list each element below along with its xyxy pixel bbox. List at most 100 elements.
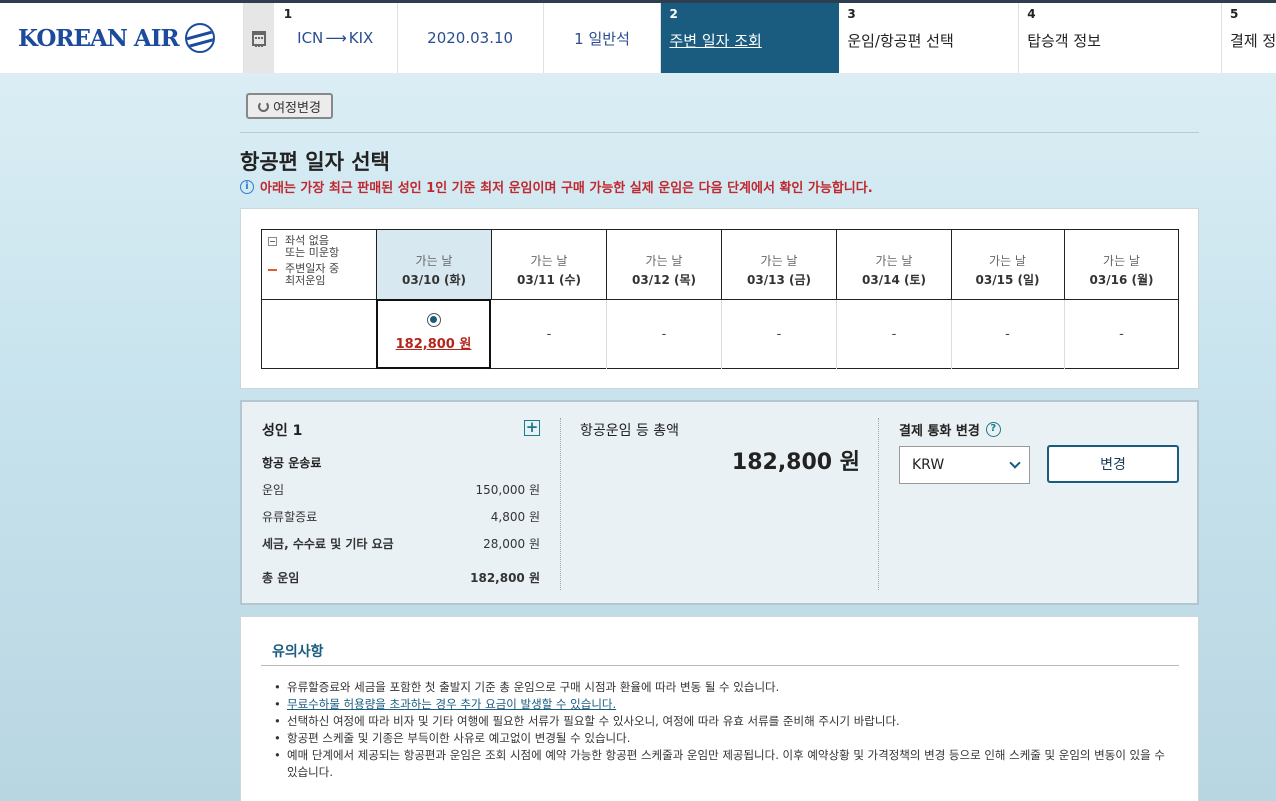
date-label: 가는 날 (875, 254, 913, 268)
currency-label: 결제 통화 변경 (899, 424, 980, 439)
date-label: 가는 날 (415, 254, 453, 268)
divider (878, 418, 879, 590)
cabin-text: 1 일반석 (574, 29, 630, 48)
fare-row-label (262, 300, 377, 369)
fare-breakdown: 성인 1 + 항공 운송료 운임 150,000 원 유류할증료 4,800 원… (262, 420, 540, 586)
notes-title: 유의사항 (272, 644, 324, 660)
notes-card: 유의사항 유류할증료와 세금을 포함한 첫 출발지 기준 총 운임으로 구매 시… (240, 616, 1199, 801)
route-to: KIX (348, 29, 374, 47)
step-label: 탑승객 정보 (1027, 32, 1101, 50)
date-value: 03/10 (화) (402, 273, 466, 287)
fare-price[interactable]: 182,800 원 (378, 333, 489, 352)
date-header-0314[interactable]: 가는 날 03/14 (토) (837, 230, 952, 299)
fare-cell-0312: - (607, 300, 722, 369)
change-itinerary-button[interactable]: 여정변경 (246, 93, 333, 119)
fare-cell-0314: - (837, 300, 952, 369)
notes-list: 유류할증료와 세금을 포함한 첫 출발지 기준 총 운임으로 구매 시점과 환율… (272, 679, 1172, 781)
route-arrow-icon: ⟶ (325, 29, 347, 47)
pax-count: 성인 1 (262, 423, 303, 439)
date-label: 가는 날 (989, 254, 1026, 268)
step-label: 주변 일자 조회 (669, 32, 762, 50)
grand-total: 항공운임 등 총액 182,800 원 (580, 420, 860, 475)
calendar-icon (251, 30, 266, 47)
brand-name: KOREAN AIR (18, 24, 180, 52)
step-number: 2 (669, 7, 678, 21)
date-grid: 좌석 없음 또는 미운항 주변일자 중 최저운임 가는 날 03/10 (화) 가는… (261, 229, 1179, 369)
date-selection-card: 좌석 없음 또는 미운항 주변일자 중 최저운임 가는 날 03/10 (화) 가는… (240, 208, 1199, 389)
date-label: 가는 날 (645, 254, 683, 268)
date-value: 03/15 (일) (975, 273, 1040, 287)
fare-cell-0313: - (722, 300, 837, 369)
step-number: 1 (283, 7, 293, 21)
date-value: 03/12 (목) (632, 273, 696, 287)
note-item: 예매 단계에서 제공되는 항공편과 운임은 조회 시점에 예약 가능한 항공편 … (272, 747, 1172, 781)
fuel-line: 유류할증료 4,800 원 (262, 508, 540, 525)
date-value: 03/13 (금) (747, 273, 811, 287)
no-seat-legend-icon (268, 237, 277, 246)
baggage-link[interactable]: 무료수하물 허용량을 초과하는 경우 추가 요금이 발생할 수 있습니다. (287, 697, 616, 711)
note-item: 선택하신 여정에 따라 비자 및 기타 여행에 필요한 서류가 필요할 수 있사… (272, 713, 1172, 730)
fare-notice: i 아래는 가장 최근 판매된 성인 1인 기준 최저 운임이며 구매 가능한 … (240, 177, 873, 196)
date-value: 03/14 (토) (862, 273, 926, 287)
step-label: 결제 정보 (1230, 32, 1276, 50)
step-number: 3 (847, 7, 856, 21)
grand-total-value: 182,800 원 (731, 450, 860, 475)
calendar-button[interactable] (243, 3, 274, 73)
route-summary[interactable]: 1 ICN ⟶ KIX (274, 3, 398, 73)
cabin-class[interactable]: 1 일반석 (544, 3, 662, 73)
total-label: 총 운임 (262, 571, 300, 585)
fare-radio[interactable] (426, 313, 441, 327)
fare-label: 운임 (262, 483, 285, 497)
divider (240, 132, 1199, 133)
chevron-down-icon (1009, 457, 1021, 469)
date-header-0315[interactable]: 가는 날 03/15 (일) (951, 230, 1065, 299)
grand-total-label: 항공운임 등 총액 (580, 423, 680, 439)
fare-cell-0315: - (951, 300, 1065, 369)
date-value: 03/16 (월) (1089, 273, 1154, 287)
expand-plus-icon[interactable]: + (524, 420, 540, 436)
taegeuk-logo-icon (184, 23, 215, 53)
step-number: 4 (1027, 7, 1036, 21)
fare-cell-0311: - (492, 300, 607, 369)
currency-value: KRW (912, 457, 945, 473)
step-5-payment[interactable]: 5 결제 정보 (1222, 3, 1276, 73)
fare-cell-0316: - (1119, 327, 1124, 342)
step-header: KOREAN AIR 1 ICN ⟶ KIX 2020.03.10 1 일반석 … (0, 0, 1276, 73)
date-header-0311[interactable]: 가는 날 03/11 (수) (492, 230, 607, 299)
fare-value: 150,000 원 (475, 483, 540, 497)
legend-lowest-2: 최저운임 (285, 274, 326, 287)
date-text: 2020.03.10 (427, 29, 514, 47)
step-number: 5 (1230, 7, 1239, 21)
fare-summary-card: 성인 1 + 항공 운송료 운임 150,000 원 유류할증료 4,800 원… (240, 400, 1199, 605)
tax-value: 28,000 원 (483, 537, 540, 551)
step-4-passenger[interactable]: 4 탑승객 정보 (1019, 3, 1223, 73)
date-header-0312[interactable]: 가는 날 03/12 (목) (607, 230, 722, 299)
legend-no-seat-2: 또는 미운항 (285, 246, 340, 259)
total-line: 총 운임 182,800 원 (262, 569, 540, 586)
date-header-0313[interactable]: 가는 날 03/13 (금) (722, 230, 837, 299)
departure-date[interactable]: 2020.03.10 (398, 3, 544, 73)
help-icon[interactable]: ? (985, 422, 1001, 437)
total-value: 182,800 원 (470, 571, 540, 585)
lowest-fare-legend-icon (268, 269, 277, 271)
korean-air-logo[interactable]: KOREAN AIR (0, 3, 244, 73)
date-header-0316[interactable]: 가는 날 03/16 (월) (1065, 230, 1178, 299)
divider (560, 418, 561, 590)
fuel-label: 유류할증료 (262, 510, 318, 524)
currency-heading: 결제 통화 변경 ? (899, 420, 1184, 439)
apply-currency-button[interactable]: 변경 (1047, 445, 1179, 483)
currency-change: 결제 통화 변경 ? KRW 변경 (899, 420, 1184, 484)
date-label: 가는 날 (530, 254, 568, 268)
step-3-fare-flight[interactable]: 3 운임/항공편 선택 (839, 3, 1020, 73)
date-header-0310[interactable]: 가는 날 03/10 (화) (377, 230, 492, 299)
step-label: 운임/항공편 선택 (847, 32, 954, 50)
change-itinerary-label: 여정변경 (273, 99, 321, 115)
fare-cell-0310[interactable]: 182,800 원 (376, 299, 491, 369)
legend: 좌석 없음 또는 미운항 주변일자 중 최저운임 (262, 230, 377, 299)
step-2-nearby-dates[interactable]: 2 주변 일자 조회 (661, 3, 840, 73)
currency-select[interactable]: KRW (899, 446, 1030, 484)
info-icon: i (240, 179, 254, 194)
date-value: 03/11 (수) (517, 273, 581, 287)
note-item-baggage[interactable]: 무료수하물 허용량을 초과하는 경우 추가 요금이 발생할 수 있습니다. (272, 696, 1172, 713)
note-item: 유류할증료와 세금을 포함한 첫 출발지 기준 총 운임으로 구매 시점과 환율… (272, 679, 1172, 696)
